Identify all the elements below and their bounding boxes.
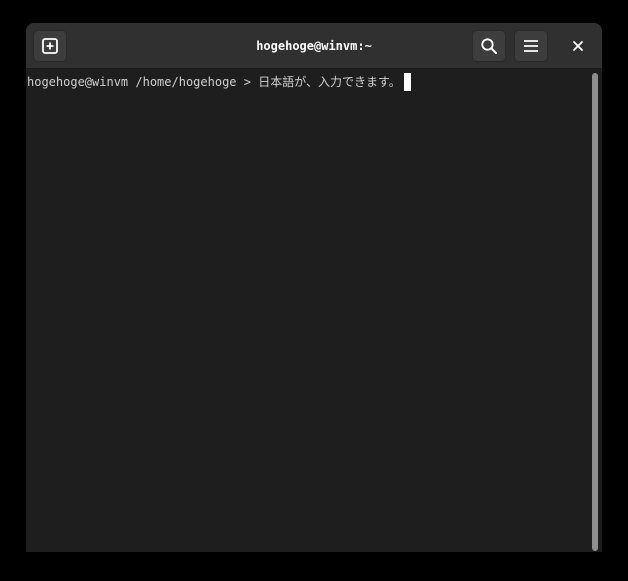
main-menu-button[interactable]: [514, 30, 548, 62]
search-button[interactable]: [472, 30, 506, 62]
terminal-window: hogehoge@winvm:~ hogehoge@winvm /home/ho…: [26, 23, 602, 552]
scrollbar[interactable]: [590, 73, 600, 552]
text-cursor: [403, 73, 411, 91]
terminal-line: hogehoge@winvm /home/hogehoge > 日本語が、入力で…: [27, 73, 411, 91]
close-icon: [573, 41, 583, 51]
headerbar: hogehoge@winvm:~: [26, 23, 602, 69]
scrollbar-thumb[interactable]: [592, 73, 598, 551]
search-icon: [481, 38, 497, 54]
new-tab-icon: [42, 38, 58, 54]
terminal-area[interactable]: hogehoge@winvm /home/hogehoge > 日本語が、入力で…: [26, 69, 602, 552]
new-tab-button[interactable]: [33, 30, 67, 62]
shell-prompt: hogehoge@winvm /home/hogehoge >: [27, 75, 259, 89]
window-title: hogehoge@winvm:~: [256, 39, 372, 53]
close-button[interactable]: [564, 33, 592, 59]
command-input-text: 日本語が、入力できます。: [258, 75, 401, 89]
hamburger-menu-icon: [524, 40, 538, 52]
